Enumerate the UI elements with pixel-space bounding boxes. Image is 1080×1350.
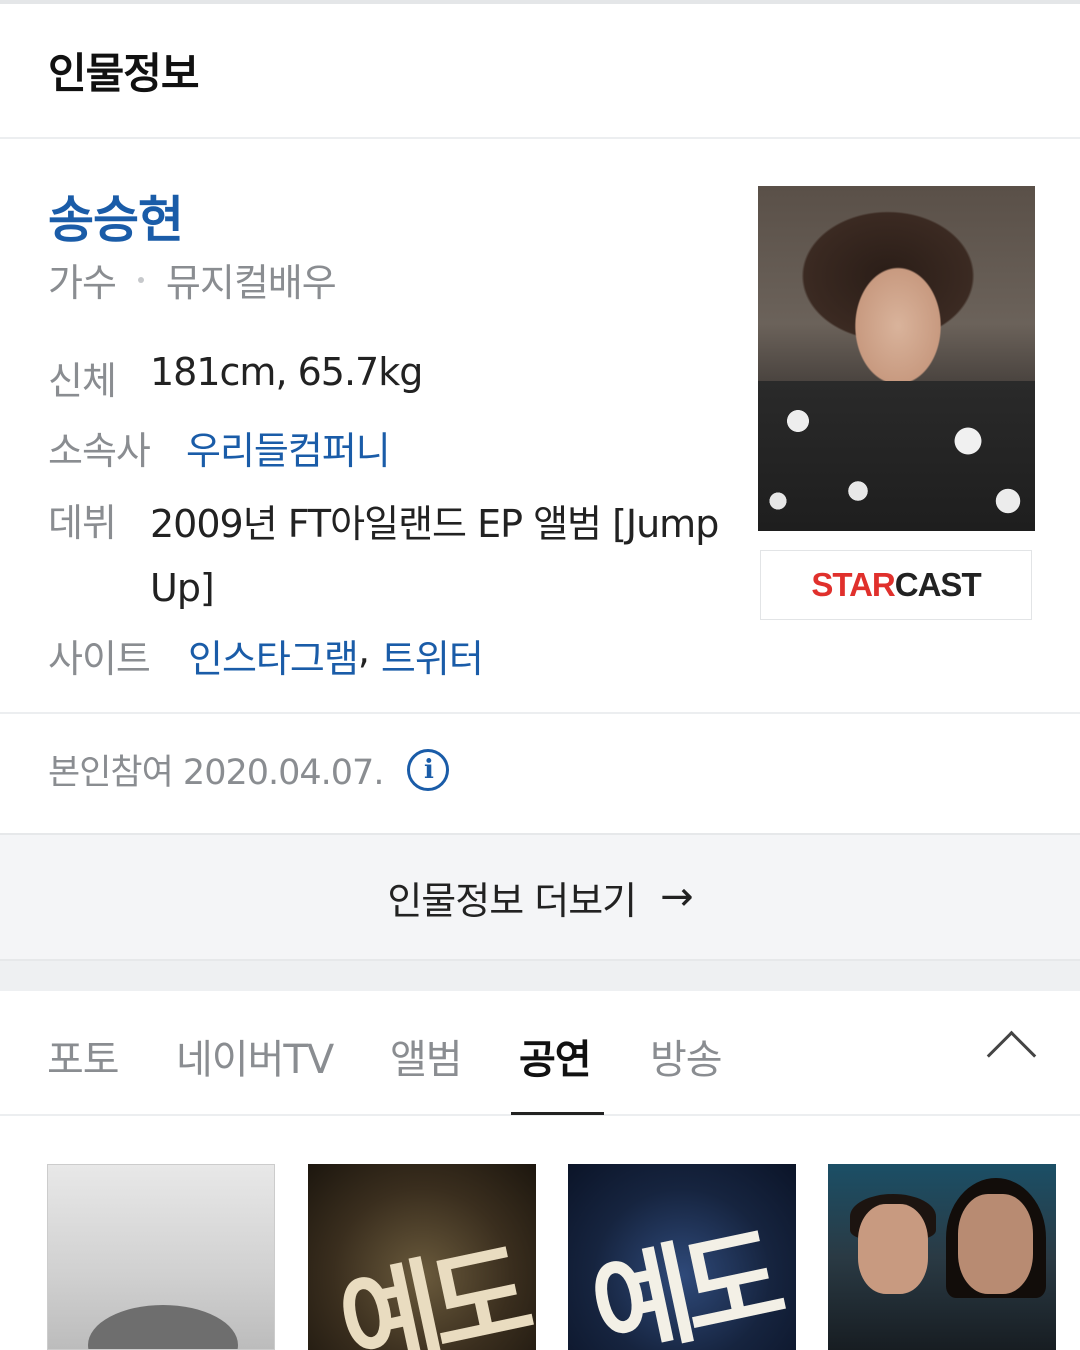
body-label: 신체 (48, 359, 117, 403)
agency-row: 소속사 우리들컴퍼니 (48, 420, 391, 475)
self-participation: 본인참여 2020.04.07. i (48, 744, 450, 795)
divider (0, 137, 1080, 139)
site-row: 사이트 인스타그램 , 트위터 (48, 628, 484, 683)
person-name[interactable]: 송승현 (48, 180, 184, 252)
site-separator: , (357, 628, 370, 672)
debut-value: 2009년 FT아일랜드 EP 앨범 [Jump Up] (150, 502, 719, 610)
participation-text: 본인참여 2020.04.07. (48, 753, 384, 793)
body-row: 신체 181cm, 65.7kg (48, 350, 423, 405)
site-label: 사이트 (48, 637, 151, 681)
performance-poster[interactable] (47, 1164, 275, 1350)
arrow-right-icon: → (660, 874, 694, 920)
section-gap (0, 961, 1080, 991)
tab-broadcast[interactable]: 방송 (650, 1027, 723, 1085)
starcast-star: STAR (811, 566, 895, 603)
info-icon[interactable]: i (407, 748, 450, 791)
more-profile-button[interactable]: 인물정보 더보기 → (0, 833, 1080, 961)
performance-poster[interactable]: 예도 (308, 1164, 536, 1350)
agency-label: 소속사 (48, 429, 151, 473)
poster-title: 예도 (328, 1227, 534, 1350)
agency-link[interactable]: 우리들컴퍼니 (186, 420, 391, 475)
job-musical-actor: 뮤지컬배우 (165, 261, 337, 305)
tab-performance[interactable]: 공연 (519, 1027, 592, 1085)
performance-poster[interactable]: 예도 (568, 1164, 796, 1350)
poster-figure (858, 1204, 928, 1294)
separator-dot (137, 276, 144, 283)
section-title: 인물정보 (48, 49, 200, 98)
divider (0, 712, 1080, 714)
performance-poster[interactable] (828, 1164, 1056, 1350)
starcast-cast: CAST (894, 566, 982, 603)
person-jobs: 가수 뮤지컬배우 (48, 252, 337, 307)
instagram-link[interactable]: 인스타그램 (188, 628, 359, 683)
tab-bar: 포토 네이버TV 앨범 공연 방송 (0, 991, 1080, 1116)
job-singer: 가수 (48, 261, 117, 305)
debut-label: 데뷔 (48, 501, 117, 545)
poster-figure (958, 1194, 1033, 1294)
profile-photo[interactable] (758, 186, 1035, 531)
starcast-link[interactable]: STAR CAST (760, 550, 1032, 620)
top-divider (0, 0, 1080, 4)
more-label: 인물정보 더보기 (387, 878, 637, 923)
body-value: 181cm, 65.7kg (150, 350, 423, 394)
poster-figure (88, 1305, 238, 1349)
tab-photo[interactable]: 포토 (47, 1027, 120, 1085)
poster-title: 예도 (580, 1211, 786, 1350)
active-tab-indicator (511, 1112, 604, 1115)
tab-navertv[interactable]: 네이버TV (176, 1027, 334, 1085)
debut-row: 데뷔 (48, 492, 117, 547)
tab-album[interactable]: 앨범 (390, 1027, 463, 1085)
photo-jacket (758, 381, 1035, 531)
twitter-link[interactable]: 트위터 (381, 628, 484, 683)
